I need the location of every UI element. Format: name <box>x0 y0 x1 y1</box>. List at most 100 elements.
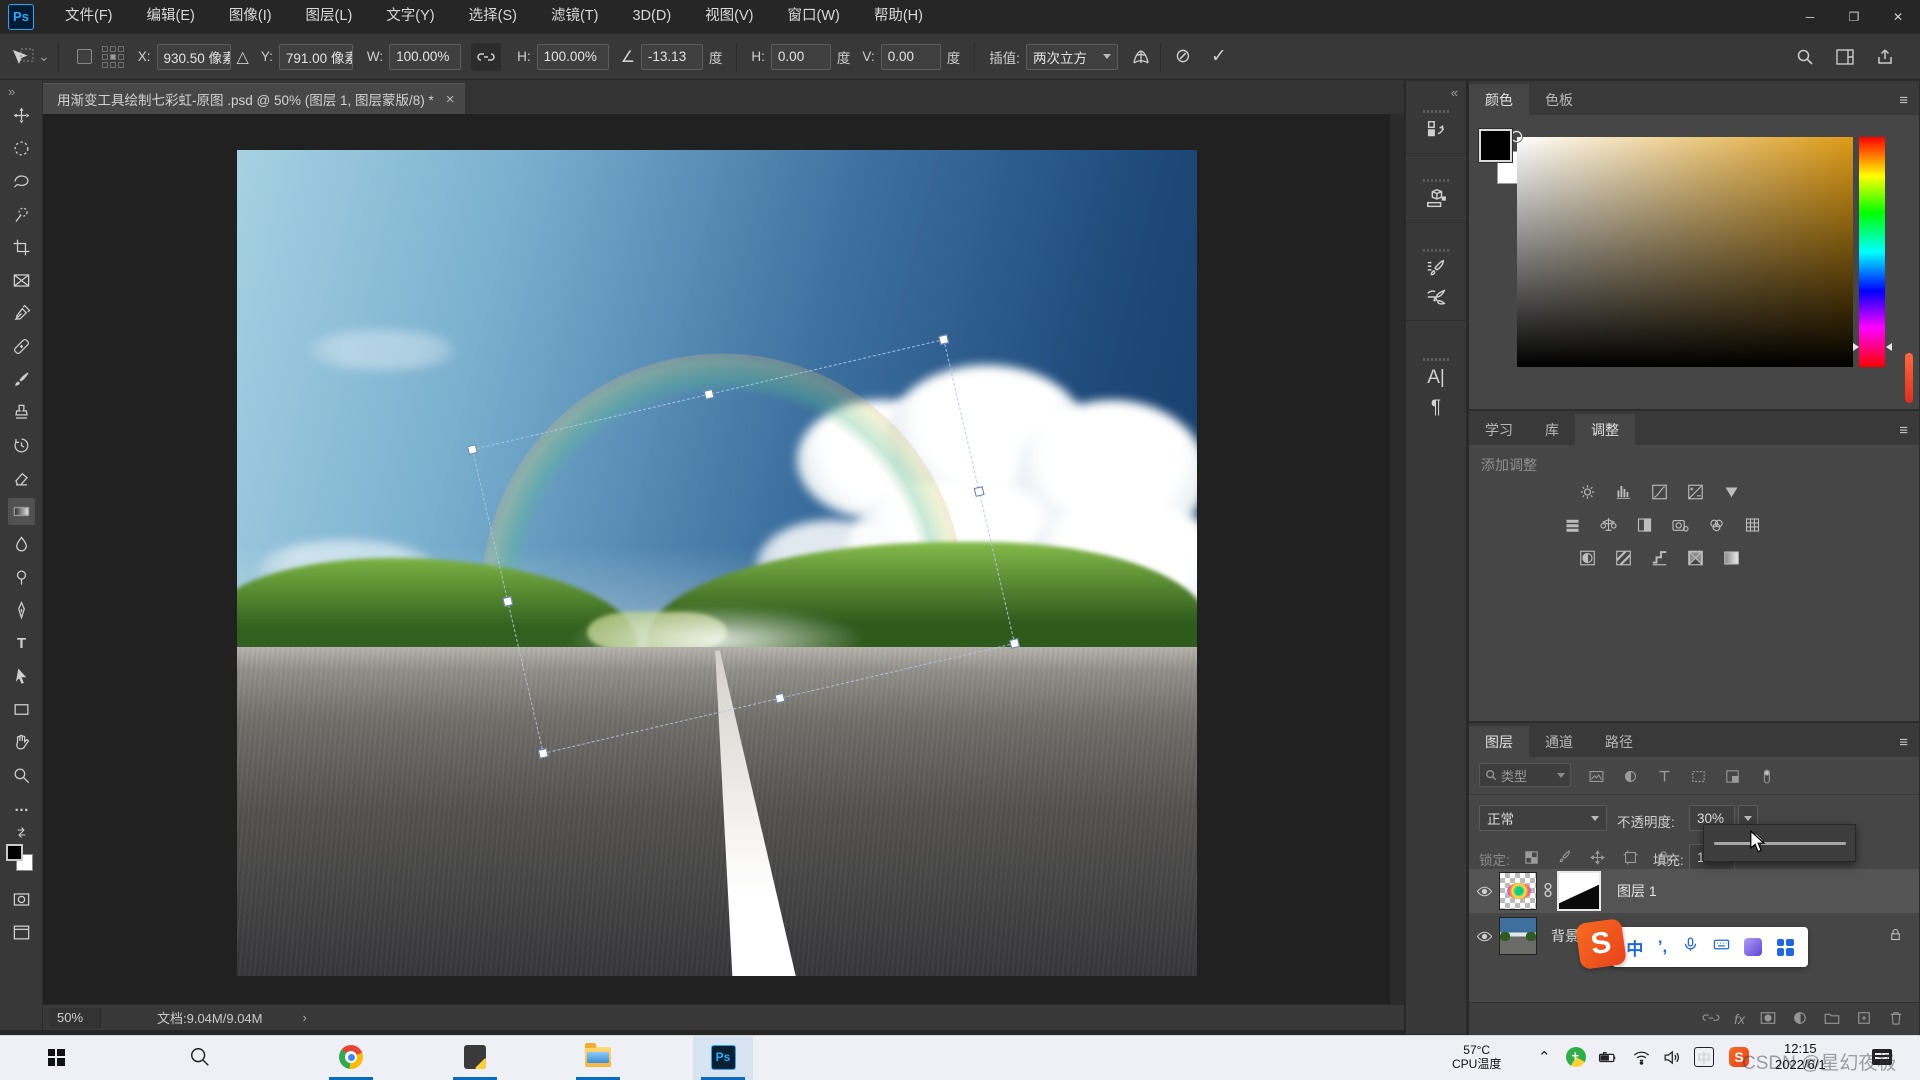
ime-mic-icon[interactable] <box>1682 936 1699 958</box>
foreground-color-swatch[interactable] <box>6 844 23 861</box>
menu-3d[interactable]: 3D(D) <box>615 0 688 33</box>
commit-transform-icon[interactable]: ✓ <box>1211 45 1227 68</box>
healing-brush-tool[interactable] <box>8 333 35 360</box>
levels-icon[interactable] <box>1610 481 1636 503</box>
frame-tool[interactable] <box>8 267 35 294</box>
elliptical-marquee-tool[interactable] <box>8 135 35 162</box>
vibrance-icon[interactable] <box>1718 481 1744 503</box>
swap-colors-icon[interactable] <box>8 822 35 842</box>
filter-pixel-layers-icon[interactable] <box>1584 765 1608 787</box>
foreground-swatch[interactable] <box>1479 129 1512 162</box>
brightness-contrast-icon[interactable] <box>1574 481 1600 503</box>
width-input[interactable]: 100.00% <box>389 44 461 70</box>
maintain-aspect-ratio-button[interactable] <box>471 43 501 71</box>
background-thumbnail[interactable] <box>1499 917 1537 955</box>
transform-handle-tl[interactable] <box>467 444 478 455</box>
more-tools-icon[interactable]: … <box>8 793 35 820</box>
close-button[interactable]: ✕ <box>1876 0 1920 33</box>
workspace-switcher-icon[interactable] <box>1836 49 1854 65</box>
brushes-panel-icon[interactable] <box>1406 286 1466 308</box>
selective-color-icon[interactable] <box>1718 547 1744 569</box>
battery-icon[interactable] <box>1598 1035 1617 1079</box>
delete-layer-icon[interactable] <box>1887 1009 1905 1030</box>
wifi-icon[interactable] <box>1632 1035 1651 1079</box>
add-mask-icon[interactable] <box>1759 1009 1777 1030</box>
tab-layers[interactable]: 图层 <box>1469 726 1529 757</box>
menu-type[interactable]: 文字(Y) <box>369 0 451 33</box>
filter-toggle-icon[interactable] <box>1754 765 1778 787</box>
posterize-icon[interactable] <box>1610 547 1636 569</box>
lock-transparent-pixels-icon[interactable] <box>1519 846 1543 868</box>
eyedropper-tool[interactable] <box>8 300 35 327</box>
threshold-icon[interactable] <box>1646 547 1672 569</box>
link-layers-icon[interactable] <box>1702 1009 1720 1030</box>
zoom-tool[interactable] <box>8 762 35 789</box>
character-panel-icon[interactable]: A| <box>1406 367 1466 389</box>
exposure-icon[interactable] <box>1682 481 1708 503</box>
minimize-button[interactable]: ─ <box>1788 0 1832 33</box>
ime-toolbox-icon[interactable] <box>1777 939 1794 956</box>
tray-expand-chevron[interactable]: ⌃ <box>1538 1035 1551 1079</box>
v-skew-input[interactable]: 0.00 <box>881 44 941 70</box>
document-tab[interactable]: 用渐变工具绘制七彩虹-原图 .psd @ 50% (图层 1, 图层蒙版/8) … <box>43 83 465 114</box>
hand-tool[interactable] <box>8 729 35 756</box>
pen-tool[interactable] <box>8 597 35 624</box>
clone-stamp-tool[interactable] <box>8 399 35 426</box>
share-icon[interactable] <box>1876 48 1894 66</box>
transform-handle-tm[interactable] <box>704 389 715 400</box>
rotation-input[interactable]: -13.13 <box>641 44 703 70</box>
menu-layer[interactable]: 图层(L) <box>289 0 370 33</box>
filter-type-layers-icon[interactable] <box>1652 765 1676 787</box>
taskbar-chrome-icon[interactable] <box>323 1035 379 1079</box>
background-name[interactable]: 背景 <box>1551 926 1579 946</box>
hue-marker-left[interactable] <box>1853 343 1859 351</box>
dock-collapse-icon[interactable]: « <box>1451 85 1456 100</box>
tool-preset-caret-icon[interactable]: ⌄ <box>38 48 50 65</box>
close-tab-icon[interactable]: × <box>446 91 455 108</box>
filter-adjustment-layers-icon[interactable] <box>1618 765 1642 787</box>
history-panel-icon[interactable] <box>1406 119 1466 141</box>
search-icon[interactable] <box>1796 48 1814 66</box>
ime-chinese-mode-icon[interactable]: 中 <box>1626 935 1643 960</box>
paragraph-panel-icon[interactable]: ¶ <box>1406 397 1466 419</box>
layer-style-icon[interactable]: fx <box>1734 1011 1745 1027</box>
new-adjustment-layer-icon[interactable] <box>1791 1009 1809 1030</box>
taskbar-ime-mode[interactable]: 中 <box>1694 1035 1714 1079</box>
restore-button[interactable]: ❐ <box>1832 0 1876 33</box>
ime-skin-icon[interactable] <box>1744 938 1762 956</box>
warp-mode-icon[interactable] <box>1130 47 1152 67</box>
black-white-icon[interactable] <box>1631 514 1657 536</box>
volume-icon[interactable] <box>1662 1035 1681 1079</box>
lock-image-pixels-icon[interactable] <box>1552 846 1576 868</box>
tab-learn[interactable]: 学习 <box>1469 414 1529 445</box>
h-skew-input[interactable]: 0.00 <box>771 44 831 70</box>
layer1-name[interactable]: 图层 1 <box>1617 881 1657 901</box>
tab-libraries[interactable]: 库 <box>1529 414 1575 445</box>
menu-filter[interactable]: 滤镜(T) <box>534 0 616 33</box>
taskbar-photoshop-icon[interactable]: Ps <box>695 1035 751 1079</box>
gradient-tool[interactable] <box>8 498 35 525</box>
3d-panel-icon[interactable] <box>1406 188 1466 210</box>
tab-color[interactable]: 颜色 <box>1469 84 1529 115</box>
sogou-ime-logo[interactable]: S <box>1575 918 1627 970</box>
tab-swatches[interactable]: 色板 <box>1529 84 1589 115</box>
toolbar-collapse-icon[interactable]: » <box>8 84 15 99</box>
menu-view[interactable]: 视图(V) <box>688 0 770 33</box>
taskbar-explorer-icon[interactable] <box>570 1035 626 1079</box>
lock-position-icon[interactable] <box>1585 846 1609 868</box>
blur-tool[interactable] <box>8 531 35 558</box>
rectangle-tool[interactable] <box>8 696 35 723</box>
saturation-brightness-field[interactable] <box>1517 137 1853 367</box>
layers-panel-menu-icon[interactable]: ≡ <box>1899 734 1909 751</box>
opacity-slider-track[interactable] <box>1714 842 1846 845</box>
blend-mode-select[interactable]: 正常 <box>1479 805 1607 831</box>
tab-channels[interactable]: 通道 <box>1529 726 1589 757</box>
color-panel-menu-icon[interactable]: ≡ <box>1899 92 1909 109</box>
zoom-level-field[interactable]: 50% <box>49 1008 101 1028</box>
lasso-tool[interactable] <box>8 168 35 195</box>
path-selection-tool[interactable] <box>8 663 35 690</box>
visibility-eye-icon[interactable] <box>1469 883 1499 900</box>
filter-smart-objects-icon[interactable] <box>1720 765 1744 787</box>
foreground-background-swatches[interactable] <box>6 844 36 874</box>
color-lookup-icon[interactable] <box>1739 514 1765 536</box>
